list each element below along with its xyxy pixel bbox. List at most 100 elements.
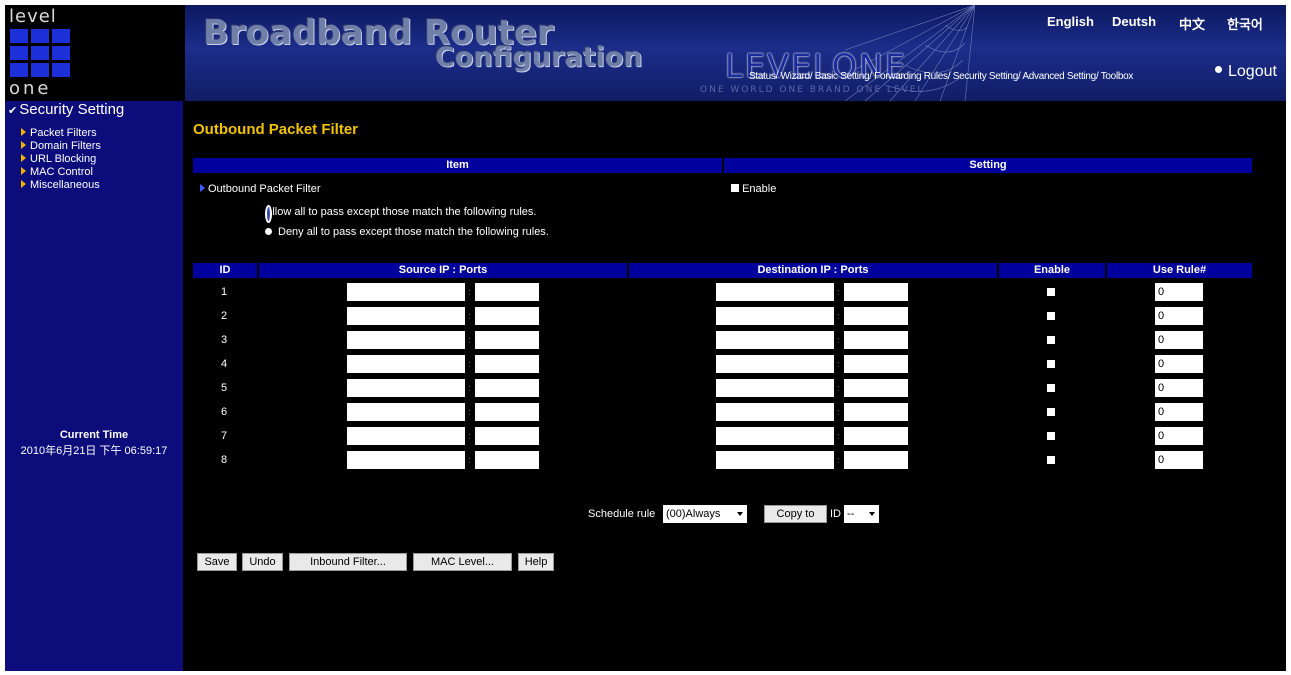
destination-port-input[interactable] [844,307,908,325]
th-use-rule: Use Rule# [1107,263,1252,278]
copy-to-button[interactable]: Copy to [764,505,827,523]
inbound-filter-button[interactable]: Inbound Filter... [289,553,407,571]
help-button[interactable]: Help [518,553,554,571]
mac-level-button[interactable]: MAC Level... [413,553,512,571]
row-id: 4 [221,358,228,370]
destination-port-input[interactable] [844,331,908,349]
sidebar-item-packet-filters[interactable]: Packet Filters [21,127,101,140]
sidebar-item-miscellaneous[interactable]: Miscellaneous [21,179,101,192]
separator: : [837,311,840,321]
separator: : [837,455,840,465]
logo-text-top: level [9,6,57,27]
destination-port-input[interactable] [844,403,908,421]
use-rule-input[interactable]: 0 [1155,331,1203,349]
radio-deny[interactable]: Deny all to pass except those match the … [265,226,549,238]
destination-ip-input[interactable] [716,307,834,325]
destination-port-input[interactable] [844,379,908,397]
separator: : [837,287,840,297]
destination-ip-input[interactable] [716,331,834,349]
bullet-icon [1215,66,1222,74]
destination-ip-input[interactable] [716,283,834,301]
lang-english[interactable]: English [1047,14,1094,29]
row-id: 2 [221,310,228,322]
use-rule-input[interactable]: 0 [1155,307,1203,325]
source-ip-input[interactable] [347,331,465,349]
rule-enable-checkbox[interactable] [1047,360,1055,368]
brand-slogan: ONE WORLD ONE BRAND ONE LEVEL [700,85,925,95]
top-menu[interactable]: Status/ Wizard/ Basic Setting/ Forwardin… [749,71,1133,82]
destination-ip-input[interactable] [716,427,834,445]
dropdown-arrow-icon [869,512,875,516]
radio-selected-icon [265,205,272,223]
destination-port-input[interactable] [844,427,908,445]
rule-enable-checkbox[interactable] [1047,312,1055,320]
lang-chinese[interactable]: 中文 [1179,14,1205,33]
row-id: 1 [221,286,228,298]
col-header-setting: Setting [724,158,1252,173]
undo-button[interactable]: Undo [242,553,283,571]
th-source: Source IP : Ports [259,263,627,278]
radio-allow[interactable]: Allow all to pass except those match the… [265,205,536,223]
col-header-item: Item [193,158,722,173]
source-ip-input[interactable] [347,427,465,445]
rule-enable-checkbox[interactable] [1047,288,1055,296]
logout-link[interactable]: Logout [1215,63,1277,81]
enable-filter-checkbox[interactable]: Enable [731,183,776,195]
current-time-value: 2010年6月21日 下午 06:59:17 [20,445,168,457]
rule-enable-checkbox[interactable] [1047,432,1055,440]
sidebar-item-url-blocking[interactable]: URL Blocking [21,153,101,166]
rule-enable-checkbox[interactable] [1047,456,1055,464]
use-rule-input[interactable]: 0 [1155,355,1203,373]
sidebar-item-domain-filters[interactable]: Domain Filters [21,140,101,153]
schedule-rule-select[interactable]: (00)Always [663,505,747,523]
separator: : [468,455,471,465]
source-port-input[interactable] [475,451,539,469]
sidebar-section-header[interactable]: ✔ Security Setting [8,101,124,118]
destination-port-input[interactable] [844,355,908,373]
row-id: 5 [221,382,228,394]
destination-ip-input[interactable] [716,379,834,397]
source-port-input[interactable] [475,355,539,373]
radio-icon [265,227,272,235]
destination-ip-input[interactable] [716,403,834,421]
source-ip-input[interactable] [347,451,465,469]
source-port-input[interactable] [475,283,539,301]
source-ip-input[interactable] [347,379,465,397]
copy-id-select[interactable]: -- [844,505,879,523]
destination-ip-input[interactable] [716,355,834,373]
destination-port-input[interactable] [844,451,908,469]
source-port-input[interactable] [475,379,539,397]
separator: : [837,431,840,441]
lang-deutsh[interactable]: Deutsh [1112,14,1156,29]
source-port-input[interactable] [475,307,539,325]
separator: : [837,383,840,393]
page-title: Outbound Packet Filter [193,121,359,138]
rule-enable-checkbox[interactable] [1047,384,1055,392]
use-rule-input[interactable]: 0 [1155,427,1203,445]
destination-ip-input[interactable] [716,451,834,469]
source-port-input[interactable] [475,427,539,445]
arrow-icon [21,154,26,162]
save-button[interactable]: Save [197,553,237,571]
source-port-input[interactable] [475,331,539,349]
use-rule-input[interactable]: 0 [1155,451,1203,469]
source-ip-input[interactable] [347,283,465,301]
lang-korean[interactable]: 한국어 [1227,14,1263,33]
source-ip-input[interactable] [347,403,465,421]
rule-enable-checkbox[interactable] [1047,336,1055,344]
use-rule-input[interactable]: 0 [1155,403,1203,421]
row-id: 6 [221,406,228,418]
rule-enable-checkbox[interactable] [1047,408,1055,416]
destination-port-input[interactable] [844,283,908,301]
separator: : [468,431,471,441]
source-ip-input[interactable] [347,355,465,373]
arrow-icon [21,180,26,188]
source-port-input[interactable] [475,403,539,421]
checkmark-icon: ✔ [8,105,18,117]
current-time-label: Current Time [59,429,129,441]
use-rule-input[interactable]: 0 [1155,283,1203,301]
source-ip-input[interactable] [347,307,465,325]
arrow-icon [200,184,205,192]
sidebar-item-mac-control[interactable]: MAC Control [21,166,101,179]
use-rule-input[interactable]: 0 [1155,379,1203,397]
